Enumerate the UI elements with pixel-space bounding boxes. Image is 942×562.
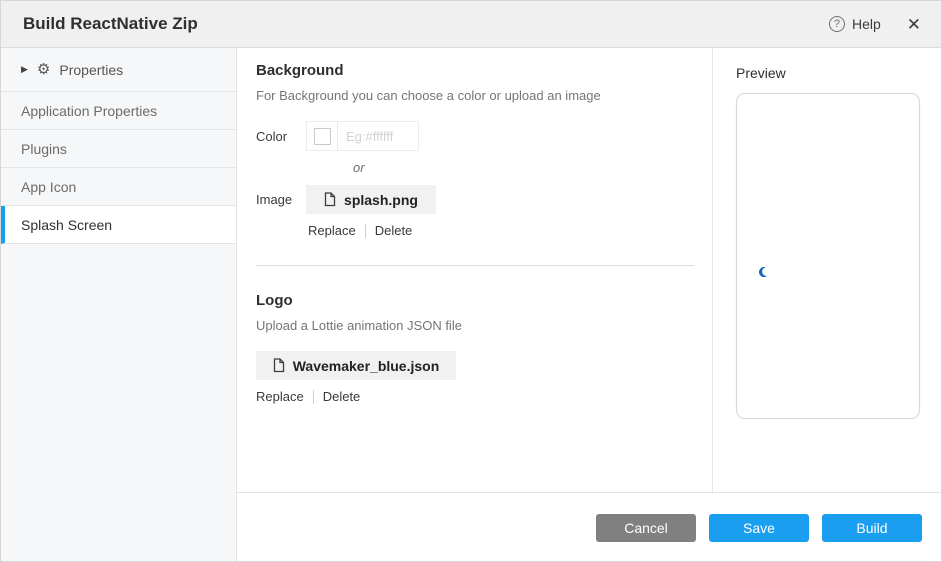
dialog-header: Build ReactNative Zip ? Help ✕ <box>1 1 941 48</box>
image-replace-link[interactable]: Replace <box>308 223 356 238</box>
build-button[interactable]: Build <box>822 514 922 542</box>
dialog-body: ▶ ⚙ Properties Application Properties Pl… <box>1 48 941 561</box>
logo-actions-row: Replace Delete <box>256 389 694 404</box>
build-reactnative-dialog: Build ReactNative Zip ? Help ✕ ▶ ⚙ Prope… <box>0 0 942 562</box>
content-panel: Background For Background you can choose… <box>237 48 712 492</box>
help-icon: ? <box>829 16 845 32</box>
sidebar-item-splash-screen[interactable]: Splash Screen <box>1 206 236 244</box>
logo-title: Logo <box>256 292 694 309</box>
save-button[interactable]: Save <box>709 514 809 542</box>
help-button[interactable]: ? Help <box>829 16 881 32</box>
help-label: Help <box>852 16 881 32</box>
image-delete-link[interactable]: Delete <box>375 223 413 238</box>
file-icon <box>324 192 336 207</box>
logo-delete-link[interactable]: Delete <box>323 389 361 404</box>
cancel-button[interactable]: Cancel <box>596 514 696 542</box>
sidebar-item-application-properties[interactable]: Application Properties <box>1 92 236 130</box>
color-label: Color <box>256 129 306 144</box>
color-field-row: Color <box>256 121 694 151</box>
or-label: or <box>353 160 694 175</box>
sidebar-properties-label: Properties <box>59 62 123 78</box>
close-icon[interactable]: ✕ <box>907 16 921 33</box>
sidebar: ▶ ⚙ Properties Application Properties Pl… <box>1 48 237 561</box>
logo-section: Logo Upload a Lottie animation JSON file… <box>256 292 694 404</box>
gear-icon: ⚙ <box>37 62 50 77</box>
color-input[interactable] <box>338 122 418 150</box>
image-field-row: Image splash.png <box>256 185 694 214</box>
sidebar-item-label: Plugins <box>21 141 67 157</box>
color-picker <box>306 121 419 151</box>
link-separator <box>313 390 314 404</box>
image-actions-row: Replace Delete <box>308 223 694 238</box>
file-icon <box>273 358 285 373</box>
image-file-chip[interactable]: splash.png <box>306 185 436 214</box>
dialog-footer: Cancel Save Build <box>237 493 941 561</box>
color-swatch-button[interactable] <box>307 122 338 150</box>
preview-title: Preview <box>736 65 920 81</box>
sidebar-item-label: App Icon <box>21 179 76 195</box>
logo-replace-link[interactable]: Replace <box>256 389 304 404</box>
sidebar-item-plugins[interactable]: Plugins <box>1 130 236 168</box>
sidebar-item-app-icon[interactable]: App Icon <box>1 168 236 206</box>
link-separator <box>365 224 366 238</box>
sidebar-properties-header[interactable]: ▶ ⚙ Properties <box>1 48 236 92</box>
color-swatch <box>314 128 331 145</box>
caret-right-icon: ▶ <box>21 64 28 75</box>
preview-panel: Preview <box>713 48 941 492</box>
logo-description: Upload a Lottie animation JSON file <box>256 318 694 333</box>
image-file-name: splash.png <box>344 192 418 208</box>
background-section: Background For Background you can choose… <box>256 62 694 238</box>
logo-file-name: Wavemaker_blue.json <box>293 358 440 374</box>
image-label: Image <box>256 192 306 207</box>
background-description: For Background you can choose a color or… <box>256 88 694 103</box>
sidebar-item-label: Splash Screen <box>21 217 112 233</box>
section-divider <box>256 265 694 266</box>
preview-box <box>736 93 920 419</box>
logo-file-chip[interactable]: Wavemaker_blue.json <box>256 351 456 380</box>
dialog-title: Build ReactNative Zip <box>23 14 198 34</box>
main-row: Background For Background you can choose… <box>237 48 941 492</box>
background-title: Background <box>256 62 694 79</box>
dialog-right-pane: Background For Background you can choose… <box>237 48 941 561</box>
logo-crescent-icon <box>757 266 770 278</box>
sidebar-item-label: Application Properties <box>21 103 157 119</box>
